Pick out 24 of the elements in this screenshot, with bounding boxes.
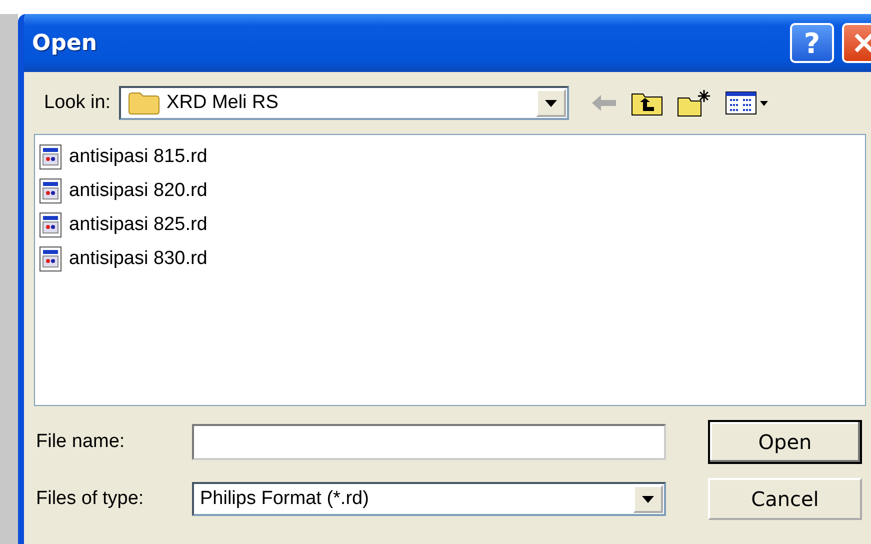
file-type-label: Files of type:	[35, 488, 145, 510]
look-in-label: Look in:	[43, 92, 111, 114]
file-icon	[39, 144, 63, 170]
file-name-label: File name:	[35, 431, 126, 453]
new-folder-icon[interactable]	[676, 89, 711, 117]
window-title: Open	[32, 30, 98, 56]
cancel-button[interactable]: Cancel	[708, 478, 862, 520]
file-item[interactable]: antisipasi 830.rd	[69, 248, 208, 270]
help-button[interactable]: ?	[790, 23, 834, 63]
file-icon	[39, 212, 63, 238]
file-item[interactable]: antisipasi 820.rd	[69, 180, 208, 202]
file-item[interactable]: antisipasi 815.rd	[69, 146, 208, 168]
close-icon	[852, 31, 871, 55]
open-button[interactable]: Open	[708, 420, 862, 464]
file-icon	[39, 246, 63, 272]
view-menu-icon[interactable]	[724, 90, 769, 116]
file-name-input[interactable]	[192, 424, 666, 460]
dropdown-caret-icon	[544, 100, 557, 106]
file-item[interactable]: antisipasi 825.rd	[69, 214, 208, 236]
dropdown-caret-icon	[642, 496, 654, 502]
file-type-dropdown[interactable]: Philips Format (*.rd)	[192, 482, 666, 516]
file-icon	[39, 178, 63, 204]
folder-icon	[126, 90, 161, 116]
look-in-dropdown[interactable]: XRD Meli RS	[118, 86, 569, 120]
